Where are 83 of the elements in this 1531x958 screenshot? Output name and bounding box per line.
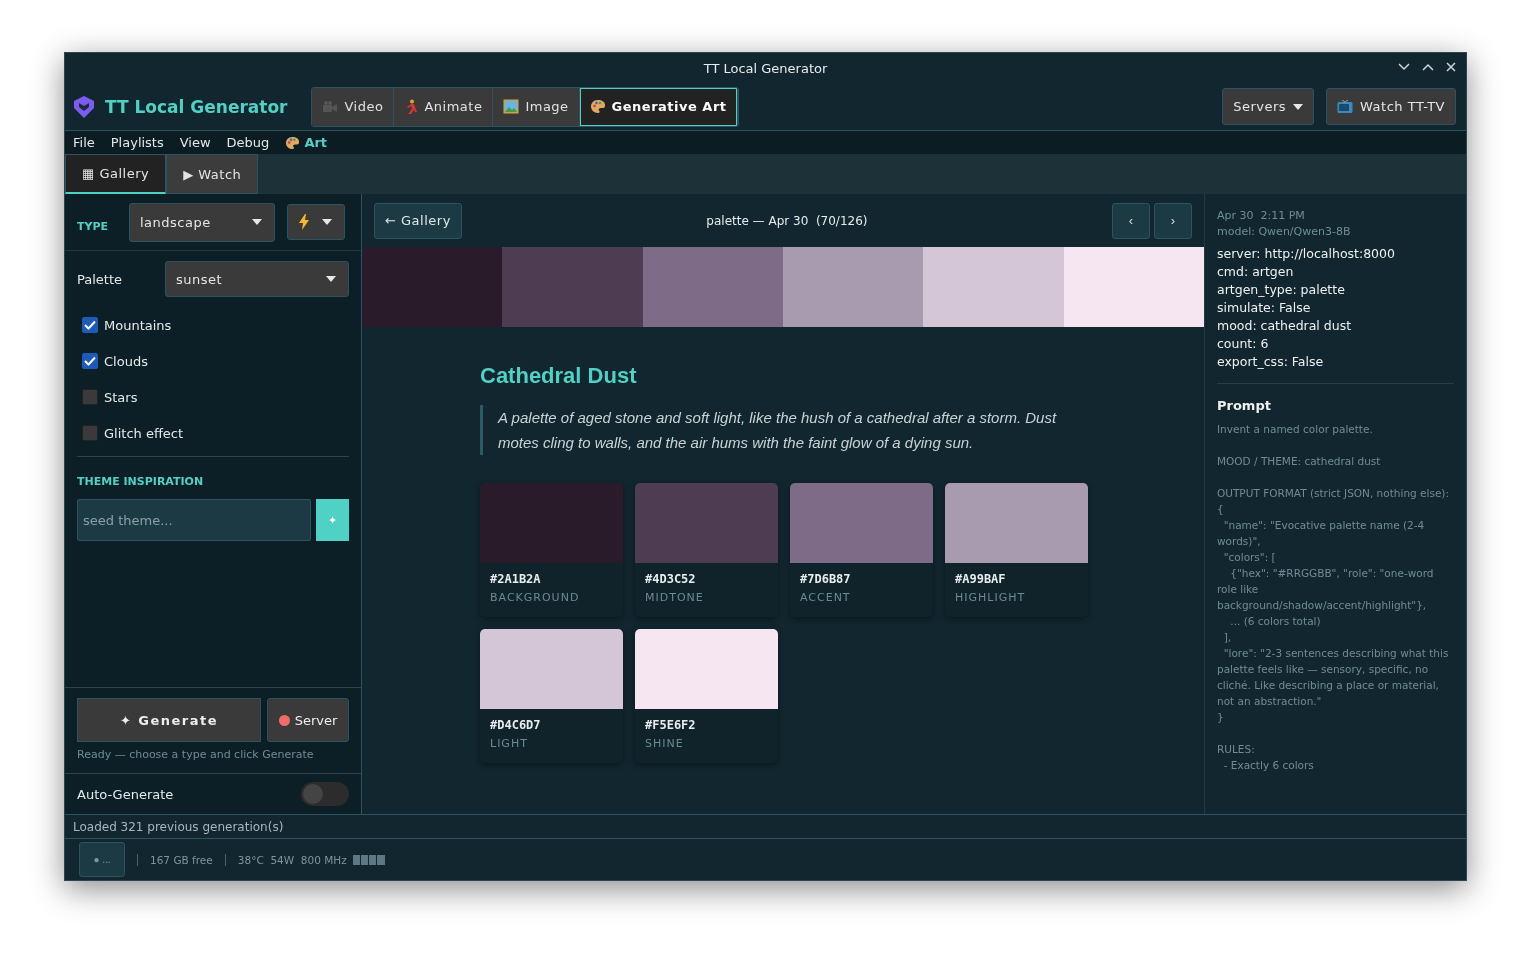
palette-icon bbox=[285, 135, 301, 150]
color-role: ACCENT bbox=[800, 591, 852, 604]
prompt-heading: Prompt bbox=[1217, 398, 1272, 413]
hex-code: #D4C6D7 bbox=[490, 718, 542, 732]
palette-name: Cathedral Dust bbox=[480, 363, 638, 389]
tv-icon bbox=[1337, 99, 1354, 114]
auto-generate-label: Auto-Generate bbox=[77, 786, 174, 802]
status-message: Loaded 321 previous generation(s) bbox=[73, 819, 284, 834]
palette-icon bbox=[589, 99, 606, 114]
color-role: BACKGROUND bbox=[490, 591, 581, 604]
toggle-switch[interactable] bbox=[301, 782, 349, 806]
parameter-line: simulate: False bbox=[1217, 299, 1312, 317]
servers-dropdown[interactable]: Servers bbox=[1222, 88, 1315, 125]
color-role: HIGHLIGHT bbox=[955, 591, 1027, 604]
picture-icon bbox=[503, 99, 520, 114]
hex-code: #7D6B87 bbox=[800, 572, 852, 586]
view-tab[interactable]: ▶ Watch bbox=[166, 154, 259, 194]
parameter-line: export_css: False bbox=[1217, 353, 1325, 371]
usage-meter-icon bbox=[352, 854, 385, 865]
parameter-line: mood: cathedral dust bbox=[1217, 317, 1353, 335]
disk-space: 167 GB free bbox=[150, 853, 213, 866]
model-name: model: Qwen/Qwen3-8B bbox=[1217, 224, 1352, 240]
color-role: SHINE bbox=[645, 737, 685, 750]
mode-tab[interactable]: Video bbox=[312, 87, 395, 126]
minimize-icon[interactable] bbox=[1398, 63, 1410, 71]
option-label: Mountains bbox=[104, 317, 172, 333]
color-role: LIGHT bbox=[490, 737, 529, 750]
prompt-text: Invent a named color palette. MOOD / THEME: cathedral dust OUTPUT FORMAT (strict JSON, nothing else): { "name": "Evocative palette name (2-4 words)", "colors": [ {"hex": "#RRGGBB", "role": "one-word role like background/shadow/accent/highlight"}, ... (6 colors total) ], "lore": "2-3 sentences describing what this palette feels like — sensory, specific, no cliché. Like describing a place or material, not an abstraction." } RULES: - Exactly 6 colors bbox=[1217, 422, 1450, 773]
app-title: TT Local Generator bbox=[105, 96, 288, 117]
parameter-line: cmd: artgen bbox=[1217, 263, 1295, 281]
activity-button[interactable]: ● ... bbox=[79, 842, 125, 877]
menu-item[interactable]: Playlists bbox=[110, 135, 164, 150]
caret-icon bbox=[1293, 103, 1304, 110]
item-title: palette — Apr 30 (70/126) bbox=[706, 213, 868, 228]
parameter-line: count: 6 bbox=[1217, 335, 1270, 353]
mode-tab[interactable]: Image bbox=[493, 87, 580, 126]
option-label: Stars bbox=[104, 389, 138, 405]
hex-code: #A99BAF bbox=[955, 572, 1007, 586]
checkbox[interactable] bbox=[82, 425, 98, 441]
menu-item[interactable]: Art bbox=[285, 135, 328, 150]
timestamp: Apr 30 2:11 PM bbox=[1217, 208, 1306, 224]
type-dropdown[interactable]: landscape bbox=[129, 202, 275, 242]
generate-button[interactable]: ✦ Generate bbox=[77, 698, 261, 742]
option-label: Glitch effect bbox=[104, 425, 184, 441]
mode-tab[interactable]: Generative Art bbox=[579, 87, 738, 126]
checkbox[interactable] bbox=[82, 317, 98, 333]
theme-label: THEME INSPIRATION bbox=[77, 475, 205, 488]
camera-icon bbox=[322, 99, 339, 114]
caret-icon bbox=[322, 219, 332, 225]
type-label: TYPE bbox=[77, 219, 110, 233]
palette-label: Palette bbox=[77, 271, 123, 287]
previous-button[interactable]: ‹ bbox=[1112, 202, 1150, 239]
logo-icon bbox=[73, 94, 95, 119]
mode-tab[interactable]: Animate bbox=[394, 87, 494, 126]
hex-code: #4D3C52 bbox=[645, 572, 697, 586]
palette-description: A palette of aged stone and soft light, like the hush of a cathedral after a storm. Dust motes cling to walls, and the air hums with the faint glow of a dying sun. bbox=[480, 405, 1083, 455]
color-role: MIDTONE bbox=[645, 591, 705, 604]
quick-menu-button[interactable] bbox=[287, 204, 345, 240]
lightning-icon bbox=[298, 214, 310, 230]
menu-item[interactable]: View bbox=[179, 135, 211, 150]
hex-code: #2A1B2A bbox=[490, 572, 542, 586]
window-title: TT Local Generator bbox=[703, 60, 828, 76]
theme-input[interactable]: seed theme... bbox=[77, 499, 311, 541]
next-button[interactable]: › bbox=[1154, 202, 1192, 239]
hex-code: #F5E6F2 bbox=[645, 718, 697, 732]
menu-item[interactable]: Debug bbox=[226, 135, 270, 150]
back-button[interactable]: ← Gallery bbox=[374, 202, 462, 239]
watch-button[interactable]: Watch TT-TV bbox=[1326, 88, 1456, 125]
checkbox[interactable] bbox=[82, 389, 98, 405]
parameter-line: artgen_type: palette bbox=[1217, 281, 1346, 299]
system-stats: 38°C 54W 800 MHz bbox=[237, 853, 347, 866]
menu-item[interactable]: File bbox=[73, 135, 95, 150]
caret-icon bbox=[326, 276, 336, 282]
status-text: Ready — choose a type and click Generate bbox=[77, 748, 315, 761]
caret-icon bbox=[252, 219, 262, 225]
server-button[interactable]: Server bbox=[267, 698, 349, 742]
close-icon[interactable] bbox=[1446, 62, 1456, 72]
view-tab[interactable]: ▦ Gallery bbox=[65, 154, 167, 194]
checkbox[interactable] bbox=[82, 353, 98, 369]
parameter-line: server: http://localhost:8000 bbox=[1217, 245, 1396, 263]
option-label: Clouds bbox=[104, 353, 148, 369]
maximize-icon[interactable] bbox=[1422, 63, 1434, 71]
palette-dropdown[interactable]: sunset bbox=[165, 261, 349, 297]
